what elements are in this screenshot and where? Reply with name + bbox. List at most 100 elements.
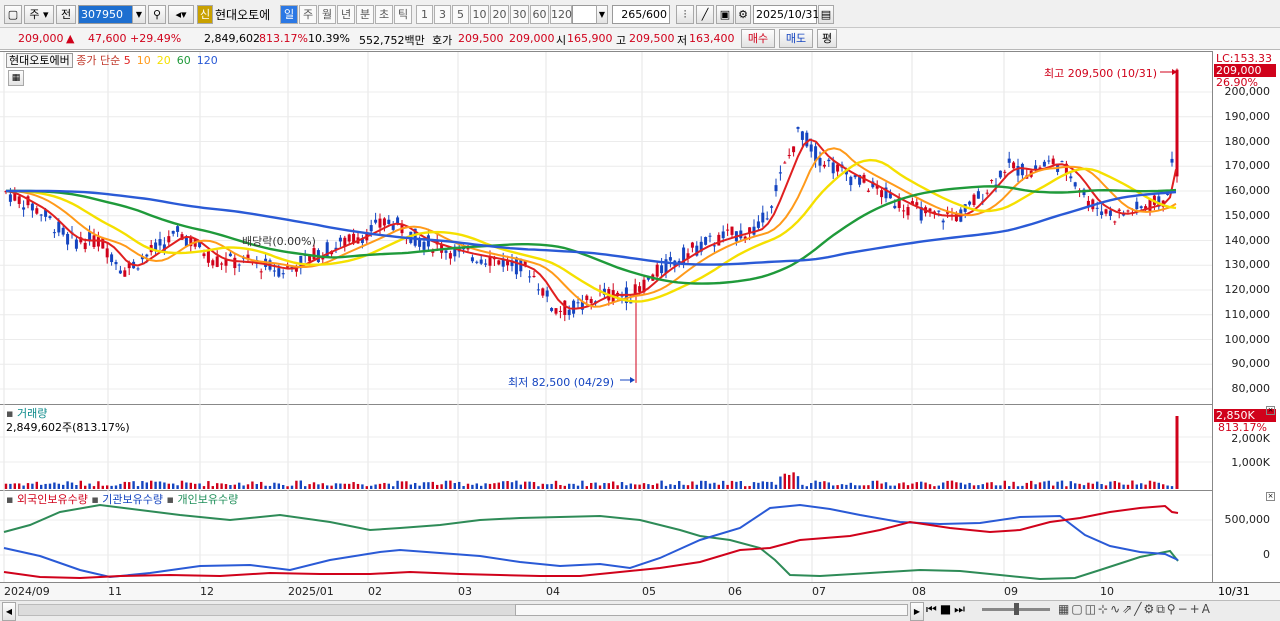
interval-tab[interactable]: 120 [550, 5, 572, 24]
price-legend: 현대오토에버 종가 단순 5 10 20 60 120 [6, 52, 224, 68]
interval-tab[interactable]: 30 [510, 5, 529, 24]
price-tick: 170,000 [1224, 159, 1271, 173]
volume-close-icon[interactable]: × [1266, 406, 1275, 415]
count-field[interactable]: 265/600 [612, 5, 670, 24]
interval-tab[interactable]: 10 [470, 5, 489, 24]
candle-icon[interactable]: ⫶ [676, 5, 694, 24]
price-tick: 90,000 [1231, 357, 1271, 371]
holding-tick: 0 [1263, 548, 1270, 561]
zoom-slider-thumb[interactable] [1014, 603, 1019, 615]
forward-icon[interactable]: ⏭ [954, 602, 968, 616]
window-menu-icon[interactable]: ▢ [4, 5, 22, 24]
x-tick: 04 [546, 585, 560, 598]
buy-button[interactable]: 매수 [741, 29, 775, 48]
x-tick: 12 [200, 585, 214, 598]
playback-controls[interactable]: ⏮■⏭ [926, 602, 968, 617]
trend-icon[interactable]: ╱ [696, 5, 714, 24]
save-icon[interactable]: ▣ [716, 5, 734, 24]
avg-button[interactable]: 평 [817, 29, 837, 48]
new-badge: 신 [197, 5, 213, 24]
tool-gear-icon[interactable]: ⚙ [1143, 602, 1156, 616]
x-tick: 2024/09 [4, 585, 50, 598]
volume-readout: 2,849,602주(813.17%) [6, 421, 130, 434]
date-field[interactable]: 2025/10/31 [753, 5, 819, 24]
ma-legend-item: 20 [156, 54, 171, 67]
volume-pane[interactable] [0, 404, 1212, 490]
rewind-icon[interactable]: ⏮ [926, 602, 940, 616]
period-tab[interactable]: 초 [375, 5, 393, 24]
period-tab[interactable]: 월 [318, 5, 336, 24]
market-select[interactable]: 주 ▾ [24, 5, 54, 24]
market-label: 주 [29, 8, 40, 21]
settings-gear-icon[interactable]: ⚙ [735, 5, 751, 24]
low-price: 163,400 [689, 32, 735, 45]
price-tick: 190,000 [1224, 109, 1271, 123]
interval-tab[interactable]: 5 [452, 5, 469, 24]
scroll-thumb[interactable] [515, 604, 908, 616]
count-max: /600 [642, 8, 667, 21]
scroll-left-icon[interactable]: ◀ [2, 602, 16, 621]
period-tab[interactable]: 년 [337, 5, 355, 24]
zoom-icon[interactable]: ⚲ [1167, 602, 1178, 616]
stop-icon[interactable]: ■ [940, 602, 954, 616]
code-dropdown-icon[interactable]: ▼ [132, 5, 146, 24]
period-tab[interactable]: 틱 [394, 5, 412, 24]
quote-bar: 209,000 ▲ 47,600 +29.49% 2,849,602 813.1… [0, 28, 1280, 50]
tool-crop-icon[interactable]: ⧉ [1156, 602, 1167, 616]
table-icon[interactable]: ▦ [8, 70, 24, 86]
interval-tab[interactable]: 20 [490, 5, 509, 24]
legend-prefix: 종가 단순 [76, 54, 121, 67]
x-tick: 08 [912, 585, 926, 598]
tool-trend-icon[interactable]: ⇗ [1122, 602, 1134, 616]
scroll-right-icon[interactable]: ▶ [910, 602, 924, 621]
zoom-in-icon[interactable]: + [1190, 602, 1202, 616]
search-icon[interactable]: ⚲ [148, 5, 166, 24]
x-tick: 2025/01 [288, 585, 334, 598]
current-price: 209,000 [18, 32, 64, 45]
holding-tick: 500,000 [1224, 513, 1271, 526]
interval-dropdown-icon[interactable]: ▼ [596, 5, 608, 24]
bid-price: 209,500 [458, 32, 504, 45]
turnover-rate: 10.39% [308, 32, 350, 45]
calendar-icon[interactable]: ▤ [818, 5, 834, 24]
tool-cross-icon[interactable]: ⊹ [1098, 602, 1110, 616]
tool-wave-icon[interactable]: ∿ [1110, 602, 1122, 616]
up-arrow-icon: ▲ [66, 32, 75, 45]
period-tab[interactable]: 일 [280, 5, 298, 24]
x-tick: 10 [1100, 585, 1114, 598]
high-label: 고 [616, 34, 627, 47]
period-tab[interactable]: 주 [299, 5, 317, 24]
holding-axis [1212, 490, 1280, 582]
price-pane[interactable] [0, 51, 1212, 404]
tool-grid-icon[interactable]: ▦ [1058, 602, 1071, 616]
sell-button[interactable]: 매도 [779, 29, 813, 48]
count-value: 265 [621, 8, 643, 21]
tool-box-icon[interactable]: ▢ [1071, 602, 1084, 616]
interval-tab[interactable]: 60 [530, 5, 549, 24]
period-tab[interactable]: 분 [356, 5, 374, 24]
font-icon[interactable]: A [1202, 602, 1212, 616]
prev-button[interactable]: 전 [56, 5, 76, 24]
speaker-icon[interactable]: ◂▾ [168, 5, 194, 24]
price-tick: 130,000 [1224, 258, 1271, 272]
price-tick: 160,000 [1224, 184, 1271, 197]
x-tick: 02 [368, 585, 382, 598]
holding-close-icon[interactable]: × [1266, 492, 1275, 501]
x-tick: 03 [458, 585, 472, 598]
zoom-out-icon[interactable]: − [1178, 602, 1190, 616]
tool-rect-icon[interactable]: ◫ [1085, 602, 1098, 616]
ma-legend: 5 10 20 60 120 [124, 54, 224, 67]
volume-ratio: 813.17% [259, 32, 308, 45]
ma-legend-item: 5 [123, 54, 131, 67]
interval-tab[interactable]: 3 [434, 5, 451, 24]
high-price: 209,500 [629, 32, 675, 45]
x-tick: 05 [642, 585, 656, 598]
foreign-label: 외국인보유수량 [16, 493, 88, 506]
bid-label: 호가 [432, 34, 453, 47]
dividend-note: 배당락(0.00%) [242, 235, 316, 248]
price-tick: 180,000 [1224, 134, 1271, 148]
ask-price: 209,000 [509, 32, 555, 45]
low-note: 최저 82,500 (04/29) [508, 376, 615, 389]
interval-tab[interactable]: 1 [416, 5, 433, 24]
tool-icons[interactable]: ▦▢◫⊹∿⇗╱⚙⧉⚲−+A [1058, 602, 1212, 617]
